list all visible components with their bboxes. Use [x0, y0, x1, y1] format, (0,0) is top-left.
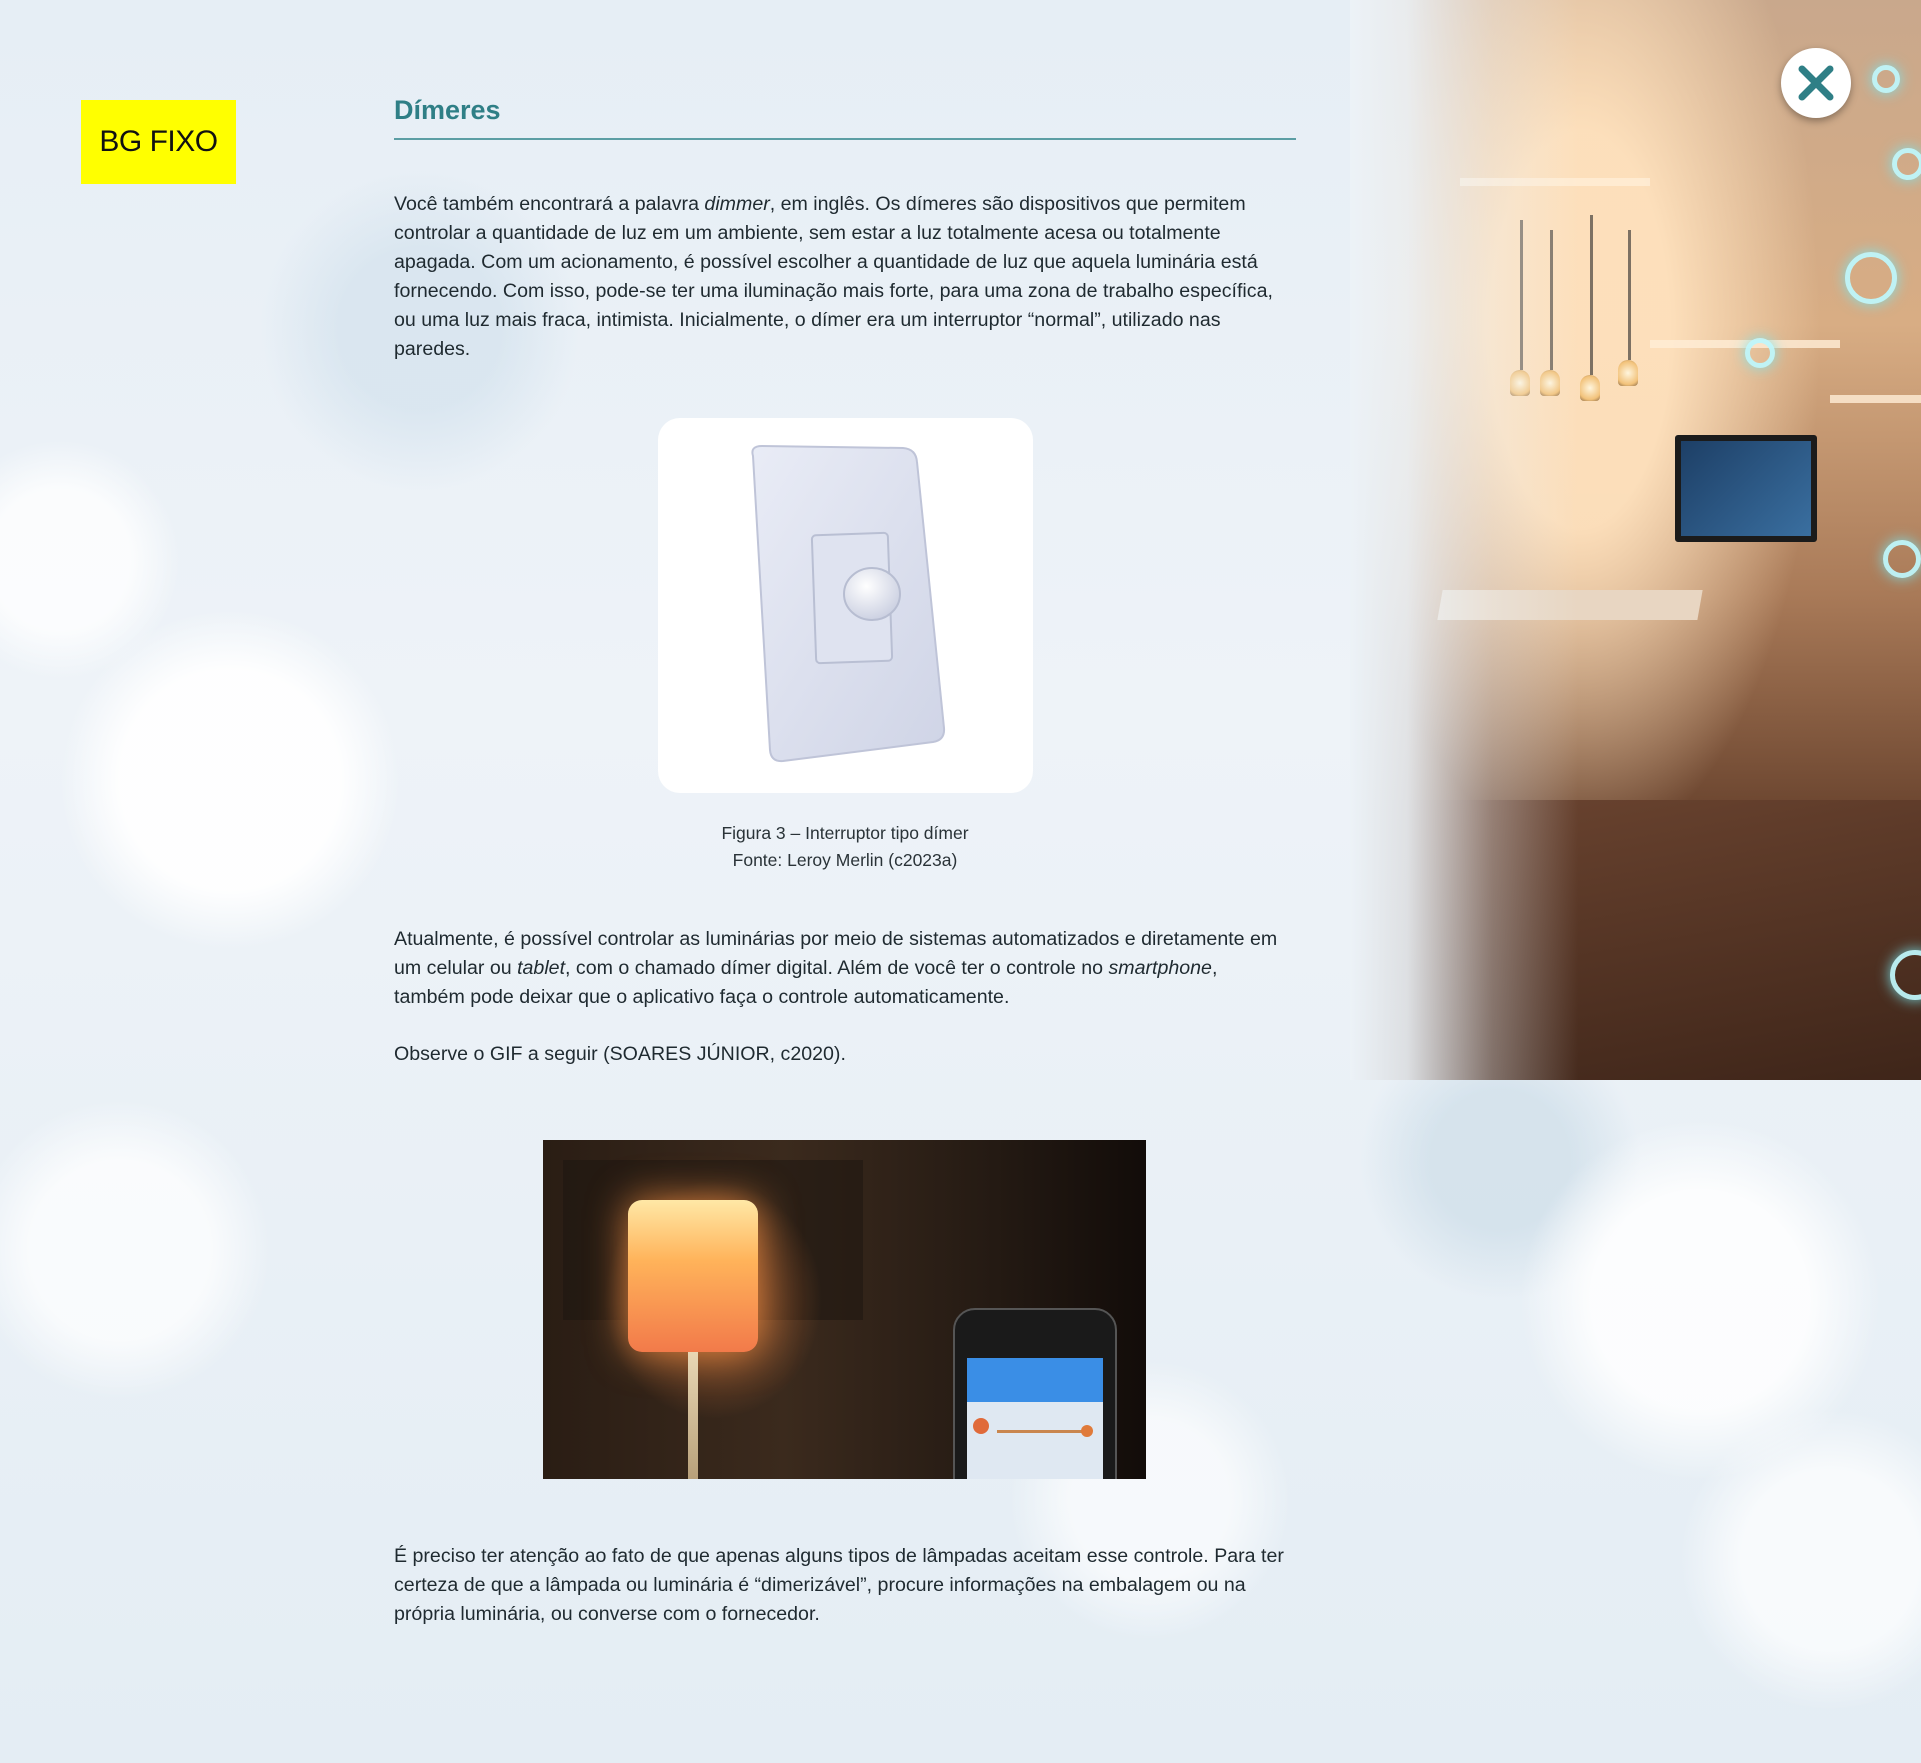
main-content: Dímeres Você também encontrará a palavra… [394, 95, 1296, 1625]
lamp-shade [628, 1200, 758, 1352]
close-icon [1798, 65, 1834, 101]
paragraph-emphasis: dimmer [704, 193, 770, 215]
dimmer-gif [543, 1140, 1146, 1479]
section-title: Dímeres [394, 95, 1296, 140]
bg-fixo-badge: BG FIXO [81, 100, 236, 184]
paragraph-attention-note: É preciso ter atenção ao fato de que ape… [394, 1545, 1284, 1625]
bg-fixo-label: BG FIXO [99, 125, 218, 158]
dimmer-switch-image [658, 418, 1033, 793]
smartphone [953, 1308, 1117, 1479]
figure-source: Fonte: Leroy Merlin (c2023a) [732, 850, 958, 870]
close-button[interactable] [1781, 48, 1851, 118]
paragraph-text: , com o chamado dímer digital. Além de v… [565, 957, 1109, 979]
paragraph-text: Você também encontrará a palavra [394, 193, 705, 215]
paragraph-emphasis: tablet [517, 957, 566, 979]
paragraph-dimmer-intro: Você também encontrará a palavra dimmer,… [394, 190, 1284, 364]
paragraph-gif-intro: Observe o GIF a seguir (SOARES JÚNIOR, c… [394, 1043, 846, 1065]
paragraph-digital-dimmer: Atualmente, é possível controlar as lumi… [394, 925, 1284, 1012]
figure-caption: Figura 3 – Interruptor tipo dímer [721, 823, 969, 843]
paragraph-text: , em inglês. Os dímeres são dispositivos… [394, 193, 1273, 360]
bulb-icon [973, 1418, 989, 1434]
decorative-room-photo [1350, 0, 1921, 1080]
dimmer-switch-illustration [751, 444, 946, 763]
paragraph-emphasis: smartphone [1108, 957, 1212, 979]
